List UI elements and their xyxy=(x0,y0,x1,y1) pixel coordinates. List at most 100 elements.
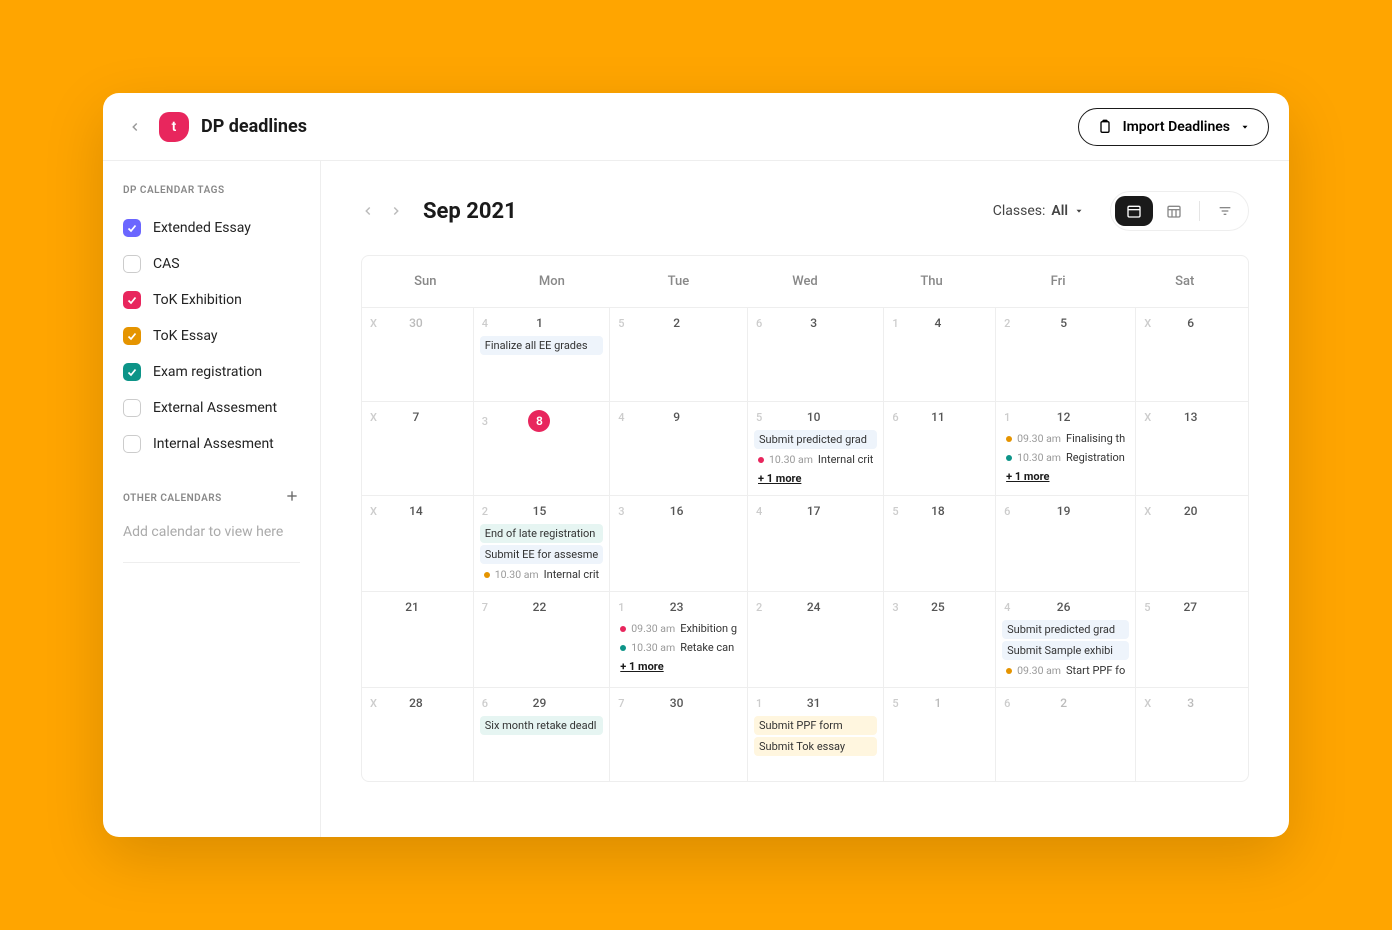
tag-checkbox[interactable] xyxy=(123,435,141,453)
calendar-cell[interactable]: 316 xyxy=(610,495,748,591)
calendar-cell[interactable]: 51 xyxy=(884,687,996,781)
calendar-cell[interactable]: 25 xyxy=(996,307,1136,401)
calendar-event[interactable]: Submit EE for assesme xyxy=(480,545,604,564)
calendar-event[interactable]: Submit predicted grad xyxy=(754,430,877,449)
calendar-cell[interactable]: 426Submit predicted gradSubmit Sample ex… xyxy=(996,591,1136,687)
calendar-event[interactable]: Finalize all EE grades xyxy=(480,336,604,355)
tag-item[interactable]: CAS xyxy=(123,246,300,282)
event-label: Finalising th xyxy=(1066,432,1125,445)
calendar-cell[interactable]: 131Submit PPF formSubmit Tok essay xyxy=(748,687,884,781)
tag-item[interactable]: ToK Exhibition xyxy=(123,282,300,318)
cell-count: X xyxy=(370,317,377,330)
calendar-event[interactable]: Submit Sample exhibi xyxy=(1002,641,1129,660)
chevron-down-icon xyxy=(1074,206,1084,216)
calendar-cell[interactable]: 611 xyxy=(884,401,996,495)
event-dot xyxy=(620,626,626,632)
tag-item[interactable]: Extended Essay xyxy=(123,210,300,246)
cell-date: 2 xyxy=(1010,696,1117,710)
calendar-cell[interactable]: 41Finalize all EE grades xyxy=(474,307,611,401)
other-calendars-placeholder: Add calendar to view here xyxy=(123,518,300,546)
calendar-cell[interactable]: 730 xyxy=(610,687,748,781)
calendar-cell[interactable]: 417 xyxy=(748,495,884,591)
cell-date: 13 xyxy=(1151,410,1230,424)
cell-date: 24 xyxy=(762,600,865,614)
tag-item[interactable]: External Assesment xyxy=(123,390,300,426)
calendar-cell[interactable]: 527 xyxy=(1136,591,1248,687)
event-label: Internal crit xyxy=(544,568,599,581)
classes-filter[interactable]: Classes: All xyxy=(993,203,1084,219)
tag-checkbox[interactable] xyxy=(123,327,141,345)
calendar-event[interactable]: 10.30 amRegistration xyxy=(1002,449,1129,466)
calendar-cell[interactable]: 14 xyxy=(884,307,996,401)
event-dot xyxy=(620,645,626,651)
calendar-event[interactable]: 09.30 amStart PPF fo xyxy=(1002,662,1129,679)
calendar-cell[interactable]: 62 xyxy=(996,687,1136,781)
event-dot xyxy=(1006,668,1012,674)
calendar-cell[interactable]: X3 xyxy=(1136,687,1248,781)
calendar-cell[interactable]: 722 xyxy=(474,591,611,687)
weekday-header: Mon xyxy=(489,256,616,307)
calendar-cell[interactable]: 629Six month retake deadl xyxy=(474,687,611,781)
calendar-event[interactable]: Submit Tok essay xyxy=(754,737,877,756)
calendar-cell[interactable]: X28 xyxy=(362,687,474,781)
calendar-event[interactable]: Six month retake deadl xyxy=(480,716,604,735)
calendar-cell[interactable]: X13 xyxy=(1136,401,1248,495)
cell-date: 18 xyxy=(899,504,978,518)
tag-checkbox[interactable] xyxy=(123,291,141,309)
prev-month-button[interactable] xyxy=(361,204,375,218)
import-deadlines-button[interactable]: Import Deadlines xyxy=(1078,108,1269,146)
calendar-cell[interactable]: 63 xyxy=(748,307,884,401)
filter-view-button[interactable] xyxy=(1206,196,1244,226)
calendar-content: Sep 2021 Classes: All xyxy=(321,161,1289,837)
calendar-cell[interactable]: X7 xyxy=(362,401,474,495)
calendar-event[interactable]: 10.30 amInternal crit xyxy=(754,451,877,468)
calendar-cell[interactable]: 11209.30 amFinalising th10.30 amRegistra… xyxy=(996,401,1136,495)
calendar-event[interactable]: 10.30 amRetake can xyxy=(616,639,741,656)
month-view-button[interactable] xyxy=(1115,196,1153,226)
cell-date: 17 xyxy=(762,504,865,518)
event-time: 09.30 am xyxy=(631,622,675,635)
calendar-event[interactable]: End of late registration xyxy=(480,524,604,543)
calendar-cell[interactable]: 518 xyxy=(884,495,996,591)
tag-checkbox[interactable] xyxy=(123,363,141,381)
calendar-cell[interactable]: 325 xyxy=(884,591,996,687)
next-month-button[interactable] xyxy=(389,204,403,218)
cell-date: 9 xyxy=(625,410,729,424)
calendar-cell[interactable]: X6 xyxy=(1136,307,1248,401)
calendar-event[interactable]: 10.30 amInternal crit xyxy=(480,566,604,583)
app-window: t DP deadlines Import Deadlines DP CALEN… xyxy=(103,93,1289,837)
calendar-cell[interactable]: 619 xyxy=(996,495,1136,591)
tag-checkbox[interactable] xyxy=(123,219,141,237)
add-calendar-button[interactable] xyxy=(284,488,300,508)
cell-date: 27 xyxy=(1151,600,1231,614)
calendar-event[interactable]: 09.30 amExhibition g xyxy=(616,620,741,637)
more-events-link[interactable]: + 1 more xyxy=(754,470,877,487)
more-events-link[interactable]: + 1 more xyxy=(1002,468,1129,485)
calendar-cell[interactable]: 12309.30 amExhibition g10.30 amRetake ca… xyxy=(610,591,748,687)
calendar-event[interactable]: 09.30 amFinalising th xyxy=(1002,430,1129,447)
calendar-cell[interactable]: X20 xyxy=(1136,495,1248,591)
filter-icon xyxy=(1217,203,1233,219)
calendar-cell[interactable]: X30 xyxy=(362,307,474,401)
calendar-cell[interactable]: 224 xyxy=(748,591,884,687)
tag-item[interactable]: ToK Essay xyxy=(123,318,300,354)
calendar-cell[interactable]: 52 xyxy=(610,307,748,401)
calendar-cell[interactable]: 510Submit predicted grad10.30 amInternal… xyxy=(748,401,884,495)
back-button[interactable] xyxy=(123,115,147,139)
month-label: Sep 2021 xyxy=(423,199,517,224)
tag-item[interactable]: Internal Assesment xyxy=(123,426,300,462)
calendar-cell[interactable]: 38 xyxy=(474,401,611,495)
calendar-cell[interactable]: 215End of late registrationSubmit EE for… xyxy=(474,495,611,591)
tag-checkbox[interactable] xyxy=(123,255,141,273)
tag-checkbox[interactable] xyxy=(123,399,141,417)
calendar-event[interactable]: Submit predicted grad xyxy=(1002,620,1129,639)
calendar-cell[interactable]: 49 xyxy=(610,401,748,495)
week-view-button[interactable] xyxy=(1155,196,1193,226)
more-events-link[interactable]: + 1 more xyxy=(616,658,741,675)
calendar-cell[interactable]: X14 xyxy=(362,495,474,591)
tag-item[interactable]: Exam registration xyxy=(123,354,300,390)
calendar-event[interactable]: Submit PPF form xyxy=(754,716,877,735)
calendar-cell[interactable]: 21 xyxy=(362,591,474,687)
cell-date: 10 xyxy=(762,410,865,424)
cell-date: 26 xyxy=(1010,600,1117,614)
